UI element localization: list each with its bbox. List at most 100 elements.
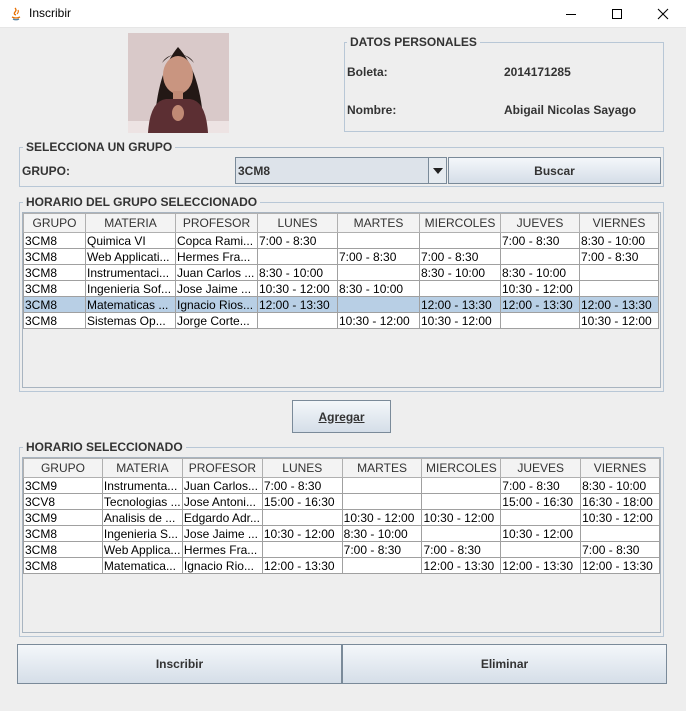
table-cell-viernes[interactable]: 8:30 - 10:00 — [580, 477, 660, 494]
column-header-jueves[interactable]: JUEVES — [500, 213, 580, 233]
table-cell-martes[interactable]: 7:00 - 8:30 — [341, 541, 423, 558]
column-header-viernes[interactable]: VIERNES — [579, 213, 659, 233]
table-row[interactable]: 3CV8 Tecnologias ... Jose Antoni... 15:00 -… — [23, 493, 660, 510]
column-header-materia[interactable]: MATERIA — [101, 458, 183, 478]
table-cell-jueves[interactable] — [500, 248, 580, 265]
table-cell-materia[interactable]: Tecnologias ... — [101, 493, 183, 510]
column-header-grupo[interactable]: GRUPO — [23, 213, 86, 233]
table-cell-grupo[interactable]: 3CM8 — [23, 541, 103, 558]
table-cell-grupo[interactable]: 3CM8 — [23, 248, 86, 265]
table-cell-miercoles[interactable]: 7:00 - 8:30 — [419, 248, 501, 265]
table-cell-viernes[interactable]: 7:00 - 8:30 — [579, 248, 659, 265]
table-cell-martes[interactable]: 7:00 - 8:30 — [337, 248, 420, 265]
table-cell-grupo[interactable]: 3CM8 — [23, 280, 86, 297]
table-cell-materia[interactable]: Instrumenta... — [101, 477, 183, 494]
table-cell-martes[interactable] — [337, 296, 420, 313]
table-cell-viernes[interactable]: 12:00 - 13:30 — [580, 557, 660, 574]
table-cell-martes[interactable]: 10:30 - 12:00 — [337, 312, 420, 329]
column-header-viernes[interactable]: VIERNES — [580, 458, 660, 478]
table-cell-grupo[interactable]: 3CM8 — [23, 557, 103, 574]
column-header-martes[interactable]: MARTES — [341, 458, 423, 478]
column-header-lunes[interactable]: LUNES — [261, 458, 343, 478]
table-cell-grupo[interactable]: 3CM8 — [23, 525, 103, 542]
table-cell-lunes[interactable]: 7:00 - 8:30 — [257, 232, 338, 249]
table-cell-grupo[interactable]: 3CM9 — [23, 477, 103, 494]
table-cell-jueves[interactable] — [500, 312, 580, 329]
table-cell-grupo[interactable]: 3CV8 — [23, 493, 103, 510]
table-cell-martes[interactable]: 8:30 - 10:00 — [341, 525, 423, 542]
table-cell-materia[interactable]: Web Applica... — [101, 541, 183, 558]
table-cell-lunes[interactable]: 8:30 - 10:00 — [257, 264, 338, 281]
table-cell-profesor[interactable]: Ignacio Rio... — [181, 557, 263, 574]
table-cell-jueves[interactable]: 12:00 - 13:30 — [500, 296, 580, 313]
table-cell-materia[interactable]: Instrumentaci... — [85, 264, 176, 281]
table-cell-materia[interactable]: Ingenieria Sof... — [85, 280, 176, 297]
table-cell-jueves[interactable]: 12:00 - 13:30 — [500, 557, 582, 574]
table-cell-martes[interactable]: 10:30 - 12:00 — [341, 509, 423, 526]
table-cell-profesor[interactable]: Ignacio Rios... — [175, 296, 258, 313]
table-cell-materia[interactable]: Web Applicati... — [85, 248, 176, 265]
table-row[interactable]: 3CM8 Sistemas Op... Jorge Corte... 10:30 - … — [23, 312, 659, 329]
column-header-miercoles[interactable]: MIERCOLES — [421, 458, 502, 478]
table-cell-miercoles[interactable] — [421, 525, 502, 542]
table-cell-lunes[interactable] — [257, 248, 338, 265]
table-cell-viernes[interactable]: 7:00 - 8:30 — [580, 541, 660, 558]
table-cell-martes[interactable]: 8:30 - 10:00 — [337, 280, 420, 297]
table-cell-profesor[interactable]: Jorge Corte... — [175, 312, 258, 329]
table-cell-viernes[interactable]: 10:30 - 12:00 — [580, 509, 660, 526]
table-cell-materia[interactable]: Matematicas ... — [85, 296, 176, 313]
table-row[interactable]: 3CM8 Quimica VI Copca Rami... 7:00 - 8:30 7:… — [23, 232, 659, 249]
table-cell-miercoles[interactable]: 10:30 - 12:00 — [419, 312, 501, 329]
table-cell-lunes[interactable] — [261, 541, 343, 558]
table-row[interactable]: 3CM8 Ingenieria Sof... Jose Jaime ... 10:30… — [23, 280, 659, 297]
table-cell-profesor[interactable]: Juan Carlos... — [181, 477, 263, 494]
table-cell-materia[interactable]: Quimica VI — [85, 232, 176, 249]
table-cell-jueves[interactable]: 8:30 - 10:00 — [500, 264, 580, 281]
table-cell-lunes[interactable]: 10:30 - 12:00 — [257, 280, 338, 297]
table-cell-lunes[interactable]: 12:00 - 13:30 — [257, 296, 338, 313]
table-cell-grupo[interactable]: 3CM9 — [23, 509, 103, 526]
column-header-miercoles[interactable]: MIERCOLES — [419, 213, 501, 233]
table-cell-martes[interactable] — [341, 493, 423, 510]
table-cell-martes[interactable] — [341, 557, 423, 574]
table-cell-lunes[interactable] — [261, 509, 343, 526]
table-cell-lunes[interactable]: 7:00 - 8:30 — [261, 477, 343, 494]
table-cell-grupo[interactable]: 3CM8 — [23, 232, 86, 249]
minimize-button[interactable] — [548, 0, 594, 28]
group-combobox[interactable]: 3CM8 — [235, 157, 447, 184]
table-cell-jueves[interactable]: 10:30 - 12:00 — [500, 525, 582, 542]
table-cell-viernes[interactable] — [579, 264, 659, 281]
column-header-jueves[interactable]: JUEVES — [500, 458, 582, 478]
delete-button[interactable]: Eliminar — [342, 644, 667, 684]
column-header-lunes[interactable]: LUNES — [257, 213, 338, 233]
table-cell-profesor[interactable]: Copca Rami... — [175, 232, 258, 249]
table-cell-viernes[interactable]: 12:00 - 13:30 — [579, 296, 659, 313]
table-cell-viernes[interactable]: 8:30 - 10:00 — [579, 232, 659, 249]
table-cell-grupo[interactable]: 3CM8 — [23, 296, 86, 313]
table-cell-martes[interactable] — [337, 264, 420, 281]
table-cell-miercoles[interactable]: 8:30 - 10:00 — [419, 264, 501, 281]
table-row[interactable]: 3CM8 Web Applicati... Hermes Fra... 7:00 - … — [23, 248, 659, 265]
table-cell-jueves[interactable]: 7:00 - 8:30 — [500, 232, 580, 249]
table-cell-profesor[interactable]: Hermes Fra... — [181, 541, 263, 558]
table-row[interactable]: 3CM8 Instrumentaci... Juan Carlos ... 8:30 … — [23, 264, 659, 281]
table-cell-viernes[interactable] — [580, 525, 660, 542]
table-cell-jueves[interactable]: 15:00 - 16:30 — [500, 493, 582, 510]
table-cell-lunes[interactable] — [257, 312, 338, 329]
table-cell-lunes[interactable]: 10:30 - 12:00 — [261, 525, 343, 542]
table-cell-lunes[interactable]: 12:00 - 13:30 — [261, 557, 343, 574]
column-header-martes[interactable]: MARTES — [337, 213, 420, 233]
table-cell-martes[interactable] — [341, 477, 423, 494]
table-cell-profesor[interactable]: Jose Jaime ... — [181, 525, 263, 542]
table-cell-profesor[interactable]: Edgardo Adr... — [181, 509, 263, 526]
table-cell-miercoles[interactable]: 12:00 - 13:30 — [419, 296, 501, 313]
table-cell-materia[interactable]: Ingenieria S... — [101, 525, 183, 542]
column-header-grupo[interactable]: GRUPO — [23, 458, 103, 478]
table-row[interactable]: 3CM8 Matematicas ... Ignacio Rios... 12:00 … — [23, 296, 659, 313]
table-cell-miercoles[interactable] — [421, 493, 502, 510]
table-cell-profesor[interactable]: Juan Carlos ... — [175, 264, 258, 281]
search-button[interactable]: Buscar — [448, 157, 661, 184]
table-cell-jueves[interactable] — [500, 541, 582, 558]
table-row[interactable]: 3CM8 Matematica... Ignacio Rio... 12:00 - 1… — [23, 557, 660, 574]
table-cell-viernes[interactable] — [579, 280, 659, 297]
